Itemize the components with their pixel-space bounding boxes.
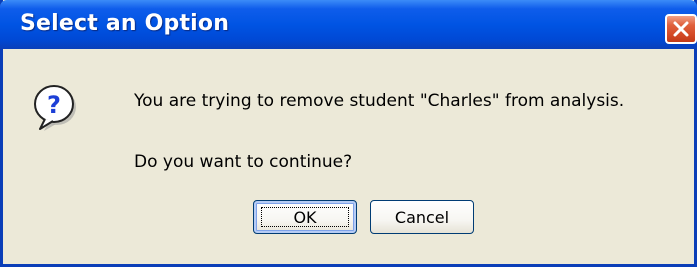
cancel-button[interactable]: Cancel <box>370 200 474 234</box>
dialog-title: Select an Option <box>20 11 230 36</box>
cancel-button-label: Cancel <box>394 207 450 227</box>
message-line-1: You are trying to remove student "Charle… <box>134 91 625 111</box>
focus-indicator <box>261 207 349 227</box>
question-icon: ? <box>34 85 76 131</box>
title-bar[interactable]: Select an Option <box>0 0 697 49</box>
ok-button[interactable]: OK <box>253 200 357 234</box>
close-icon <box>673 21 689 37</box>
svg-text:?: ? <box>47 91 61 119</box>
message-line-2: Do you want to continue? <box>134 152 353 172</box>
dialog-window: Select an Option ? You are trying to rem… <box>0 0 697 267</box>
close-button[interactable] <box>665 14 697 44</box>
